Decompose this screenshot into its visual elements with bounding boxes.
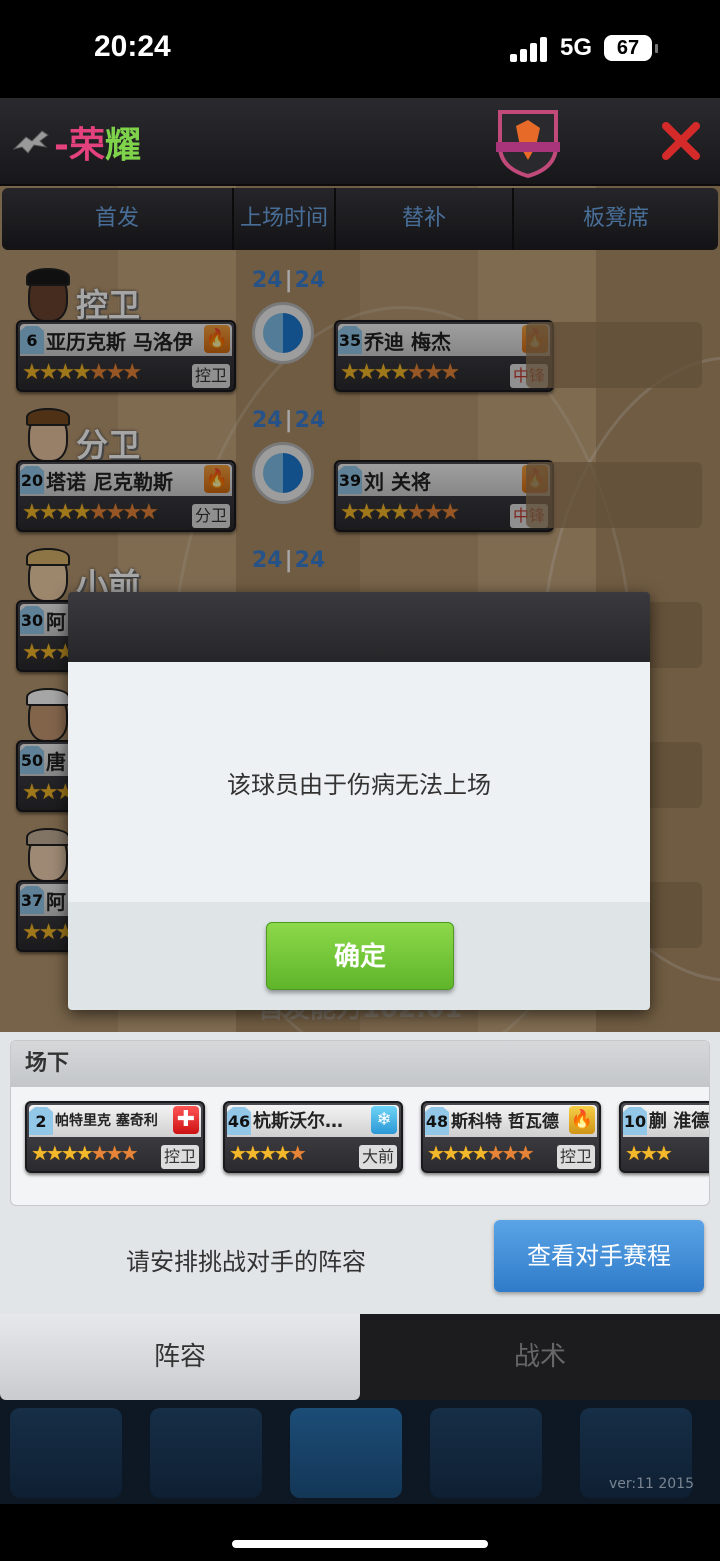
team-name-part2: 耀 (104, 125, 141, 166)
team-crest-icon (496, 110, 560, 178)
status-time: 20:24 (94, 30, 171, 63)
jersey-number: 48 (425, 1107, 449, 1135)
reserve-panel: 场下 2 帕特里克 塞奇利 ✚ ★★★★★★★ 控卫 46 杭斯沃尔… ❄ ★★… (0, 1032, 720, 1314)
game-header: -荣耀 (0, 98, 720, 186)
eagle-logo-icon (12, 130, 49, 154)
reserve-box: 场下 2 帕特里克 塞奇利 ✚ ★★★★★★★ 控卫 46 杭斯沃尔… ❄ ★★… (10, 1040, 710, 1206)
view-opponent-schedule-button[interactable]: 查看对手赛程 (494, 1220, 704, 1292)
reserve-player-card[interactable]: 2 帕特里克 塞奇利 ✚ ★★★★★★★ 控卫 (25, 1101, 205, 1173)
nav-team-icon[interactable] (290, 1408, 402, 1498)
reserve-player-card[interactable]: 46 杭斯沃尔… ❄ ★★★★★ 大前 (223, 1101, 403, 1173)
player-position: 控卫 (556, 1145, 595, 1169)
player-name: 杭斯沃尔… (253, 1111, 343, 1132)
snowflake-icon: ❄ (371, 1106, 397, 1134)
dialog-header (68, 592, 650, 662)
reserve-title: 场下 (11, 1041, 709, 1087)
jersey-number: 2 (29, 1107, 53, 1135)
rating-stars: ★★★★★★★ (31, 1141, 139, 1165)
nav-star-icon[interactable] (10, 1408, 122, 1498)
bottom-tab-bar: 阵容 战术 (0, 1314, 720, 1400)
player-position: 大前 (358, 1145, 397, 1169)
nav-yen-icon[interactable] (150, 1408, 262, 1498)
battery-icon: 67 (604, 35, 658, 61)
player-name: 斯科特 哲瓦德 (451, 1112, 559, 1132)
signal-icon (510, 36, 550, 62)
network-type: 5G (560, 34, 593, 61)
player-name: 帕特里克 塞奇利 (55, 1113, 158, 1129)
player-position: 控卫 (160, 1145, 199, 1169)
game-nav-bar: ver:11 2015 (0, 1400, 720, 1504)
rating-stars: ★★★★★★★ (427, 1141, 535, 1165)
home-indicator (0, 1504, 720, 1561)
dialog-footer: 确定 (68, 902, 650, 1010)
jersey-number: 46 (227, 1107, 251, 1135)
confirm-button[interactable]: 确定 (266, 922, 454, 990)
rating-stars: ★★★ (625, 1141, 673, 1165)
nav-chat-icon[interactable] (430, 1408, 542, 1498)
team-name-part1: -荣 (54, 125, 105, 166)
lineup-prompt: 请安排挑战对手的阵容 (126, 1248, 366, 1276)
status-bar: 20:24 5G 67 (0, 0, 720, 98)
reserve-list[interactable]: 2 帕特里克 塞奇利 ✚ ★★★★★★★ 控卫 46 杭斯沃尔… ❄ ★★★★★… (11, 1087, 710, 1205)
jersey-number: 10 (623, 1107, 647, 1135)
injury-cross-icon: ✚ (173, 1106, 199, 1134)
reserve-player-card[interactable]: 10 蒯 淮德 ★★★ (619, 1101, 710, 1173)
tab-lineup[interactable]: 阵容 (0, 1314, 360, 1400)
version-label: ver:11 2015 (608, 1476, 694, 1492)
injury-alert-dialog: 该球员由于伤病无法上场 确定 (68, 592, 650, 1010)
player-name: 蒯 淮德 (649, 1111, 710, 1132)
dialog-message: 该球员由于伤病无法上场 (68, 662, 650, 902)
team-name: -荣耀 (12, 116, 141, 168)
reserve-player-card[interactable]: 48 斯科特 哲瓦德 🔥 ★★★★★★★ 控卫 (421, 1101, 601, 1173)
close-icon[interactable] (660, 120, 702, 162)
fire-icon: 🔥 (569, 1106, 595, 1134)
tab-tactics[interactable]: 战术 (360, 1314, 720, 1400)
rating-stars: ★★★★★ (229, 1141, 307, 1165)
